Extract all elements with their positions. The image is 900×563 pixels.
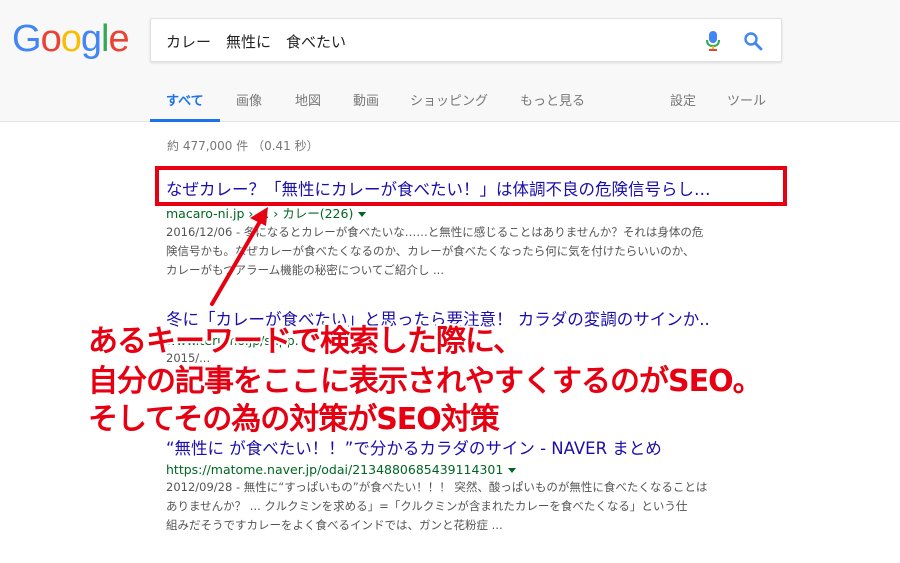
- result-url-text: https://matome.naver.jp/odai/21348806854…: [166, 462, 504, 477]
- snippet-line: 2012/09/28 - 無性に“すっぱいもの”が食べたい！！！ 突然、酸っぱい…: [166, 480, 708, 494]
- tab-maps[interactable]: 地図: [295, 90, 321, 109]
- result-snippet: 2016/12/06 - 冬になるとカレーが食べたいな……と無性に感じることはあ…: [166, 223, 776, 280]
- search-box[interactable]: カレー 無性に 食べたい: [150, 18, 782, 62]
- snippet-line: 険信号かも。なぜカレーが食べたくなるのか、カレーが食べたくなったら何に気を付けた…: [166, 244, 695, 258]
- search-icon[interactable]: [743, 31, 763, 51]
- snippet-line: 2016/12/06 - 冬になるとカレーが食べたいな……と無性に感じることはあ…: [166, 225, 704, 239]
- annotation-line: そしてその為の対策がSEO対策: [88, 402, 500, 437]
- tab-images[interactable]: 画像: [236, 90, 262, 109]
- logo-letter: e: [108, 18, 129, 60]
- result-stats: 約 477,000 件 （0.41 秒）: [167, 139, 319, 153]
- logo-letter: o: [60, 18, 82, 60]
- tab-tools[interactable]: ツール: [727, 90, 766, 109]
- annotation-line: あるキーワードで検索した際に、: [88, 324, 523, 359]
- snippet-line: ありませんか？ ... クルクミンを求める」=「クルクミンが含まれたカレーを食べ…: [166, 499, 688, 513]
- tab-videos[interactable]: 動画: [353, 90, 379, 109]
- caret-down-icon[interactable]: [358, 212, 367, 217]
- microphone-icon[interactable]: [705, 30, 721, 52]
- highlight-box: [155, 166, 787, 206]
- snippet-line: 組みだそうですカレーをよく食べるインドでは、ガンと花粉症 ...: [166, 518, 503, 532]
- snippet-line: カレーがもつアラーム機能の秘密についてご紹介し ...: [166, 263, 444, 277]
- tab-all[interactable]: すべて: [166, 90, 204, 109]
- caret-down-icon[interactable]: [508, 468, 517, 473]
- result-url: https://matome.naver.jp/odai/21348806854…: [166, 462, 786, 477]
- google-logo[interactable]: Google: [12, 18, 130, 61]
- logo-letter: l: [100, 18, 110, 60]
- search-result: “無性に が食べたい！！”で分かるカラダのサイン - NAVER まとめ htt…: [166, 435, 786, 535]
- active-tab-indicator: [150, 119, 220, 122]
- logo-letter: G: [12, 18, 42, 60]
- search-header: Google カレー 無性に 食べたい すべて 画像 地図 動画 ショッピング …: [0, 0, 900, 122]
- tab-shopping[interactable]: ショッピング: [410, 90, 488, 109]
- result-url-text: macaro-ni.jp › ... › カレー(226): [166, 206, 354, 221]
- result-snippet: 2012/09/28 - 無性に“すっぱいもの”が食べたい！！！ 突然、酸っぱい…: [166, 478, 776, 535]
- tab-settings[interactable]: 設定: [670, 90, 696, 109]
- tab-more[interactable]: もっと見る: [520, 90, 585, 109]
- result-title-link[interactable]: “無性に が食べたい！！”で分かるカラダのサイン - NAVER まとめ: [166, 435, 786, 459]
- search-input[interactable]: カレー 無性に 食べたい: [166, 31, 686, 51]
- logo-letter: o: [40, 18, 62, 60]
- logo-letter: g: [80, 18, 102, 60]
